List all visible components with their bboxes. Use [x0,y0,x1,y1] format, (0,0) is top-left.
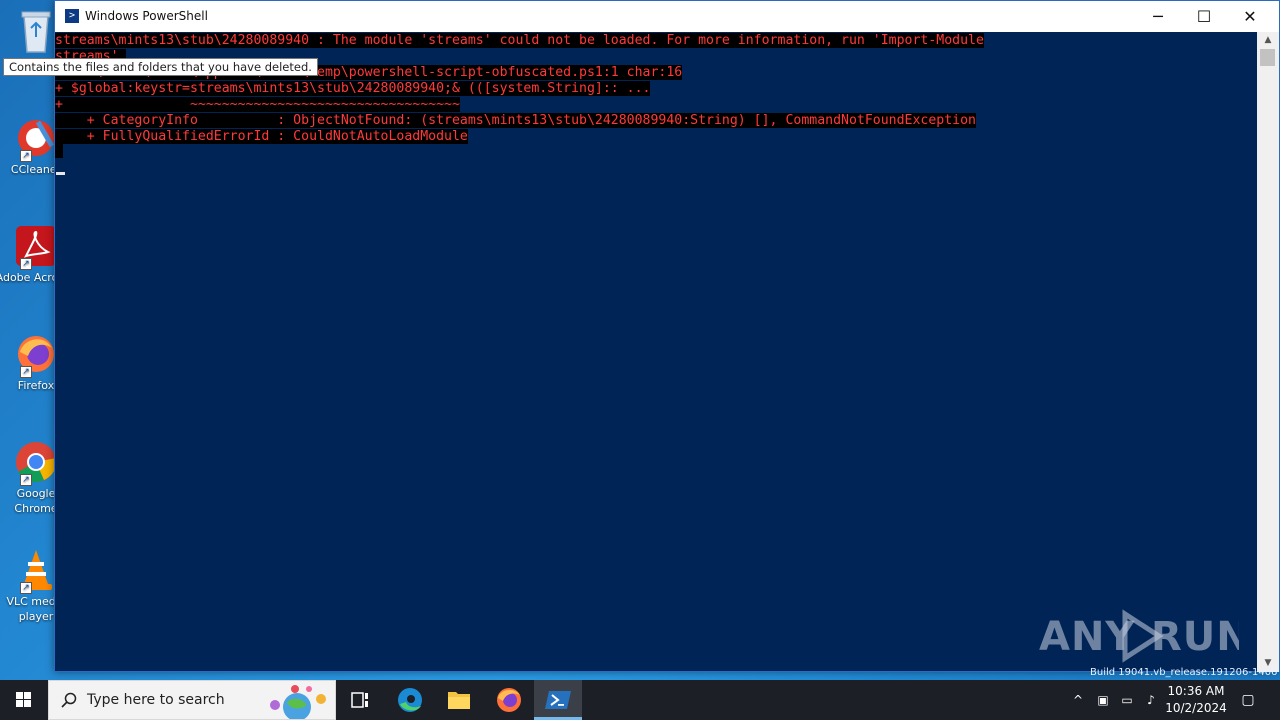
adobe-acrobat-icon: ↗ [14,224,58,270]
firefox-icon: ↗ [14,332,58,378]
console-line: + CategoryInfo : ObjectNotFound: (stream… [55,113,976,128]
anyrun-watermark: ANY RUN [1039,606,1250,666]
window-title: Windows PowerShell [85,9,208,23]
shortcut-arrow-icon: ↗ [20,366,32,378]
recycle-bin-icon [14,6,58,53]
scroll-thumb[interactable] [1260,49,1275,66]
shortcut-arrow-icon: ↗ [20,258,32,270]
search-icon [61,692,77,708]
vlc-icon: ↗ [14,548,58,594]
console-highlight-block [55,144,63,158]
watermark-text-any: ANY [1039,614,1135,660]
console-line: + $global:keystr=streams\mints13\stub\24… [55,81,651,96]
task-view-icon [351,692,368,708]
shortcut-arrow-icon: ↗ [20,474,32,486]
ccleaner-icon: ↗ [14,116,58,162]
maximize-button[interactable]: ☐ [1181,1,1227,32]
console-line: + ~~~~~~~~~~~~~~~~~~~~~~~~~~~~~~~~~~ [55,97,460,112]
taskbar-edge[interactable] [386,680,434,720]
watermark-text-run: RUN [1151,614,1239,660]
firefox-icon [497,688,521,712]
window-titlebar[interactable]: > Windows PowerShell ─ ☐ ✕ [55,1,1279,32]
powershell-icon [545,691,571,709]
taskbar-search-box[interactable]: Type here to search [48,680,336,720]
edge-icon [398,688,422,712]
network-icon[interactable]: ▭ [1119,692,1135,708]
notifications-icon[interactable]: ▢ [1240,692,1256,708]
taskbar-file-explorer[interactable] [435,680,483,720]
folder-icon [448,692,470,709]
taskbar: Type here to search ^ ▣ ▭ ♪ 10:36 AM 10/… [0,680,1280,720]
vertical-scrollbar[interactable]: ▲ ▼ [1257,32,1279,672]
tray-app-icon[interactable]: ▣ [1095,692,1111,708]
text-cursor [56,172,65,175]
console-line: streams\mints13\stub\24280089940 : The m… [55,33,984,48]
volume-icon[interactable]: ♪ [1143,692,1159,708]
task-view-button[interactable] [336,680,384,720]
windows-build-watermark: Build 19041.vb_release.191206-1406 [1090,667,1278,678]
search-placeholder: Type here to search [87,692,225,708]
console-output[interactable]: streams\mints13\stub\24280089940 : The m… [55,32,1257,672]
clock-date: 10/2/2024 [1165,701,1227,715]
chrome-icon: ↗ [14,440,58,486]
shortcut-arrow-icon: ↗ [20,582,32,594]
console-line: + FullyQualifiedErrorId : CouldNotAutoLo… [55,129,468,144]
shortcut-arrow-icon: ↗ [20,150,32,162]
show-hidden-icons-chevron-icon[interactable]: ^ [1070,692,1086,708]
clock-time: 10:36 AM [1167,684,1225,698]
taskbar-firefox[interactable] [485,680,533,720]
taskbar-powershell[interactable] [534,680,582,720]
start-button[interactable] [0,680,48,720]
powershell-window[interactable]: > Windows PowerShell ─ ☐ ✕ streams\mints… [54,0,1280,672]
minimize-button[interactable]: ─ [1135,1,1181,32]
close-button[interactable]: ✕ [1227,1,1273,32]
powershell-icon: > [65,9,79,23]
recycle-bin-tooltip: Contains the files and folders that you … [3,58,318,76]
windows-logo-icon [16,692,31,707]
tray-clock[interactable]: 10:36 AM 10/2/2024 [1164,683,1228,717]
search-highlight-icon [270,685,326,719]
scroll-up-arrow-icon[interactable]: ▲ [1257,32,1279,49]
